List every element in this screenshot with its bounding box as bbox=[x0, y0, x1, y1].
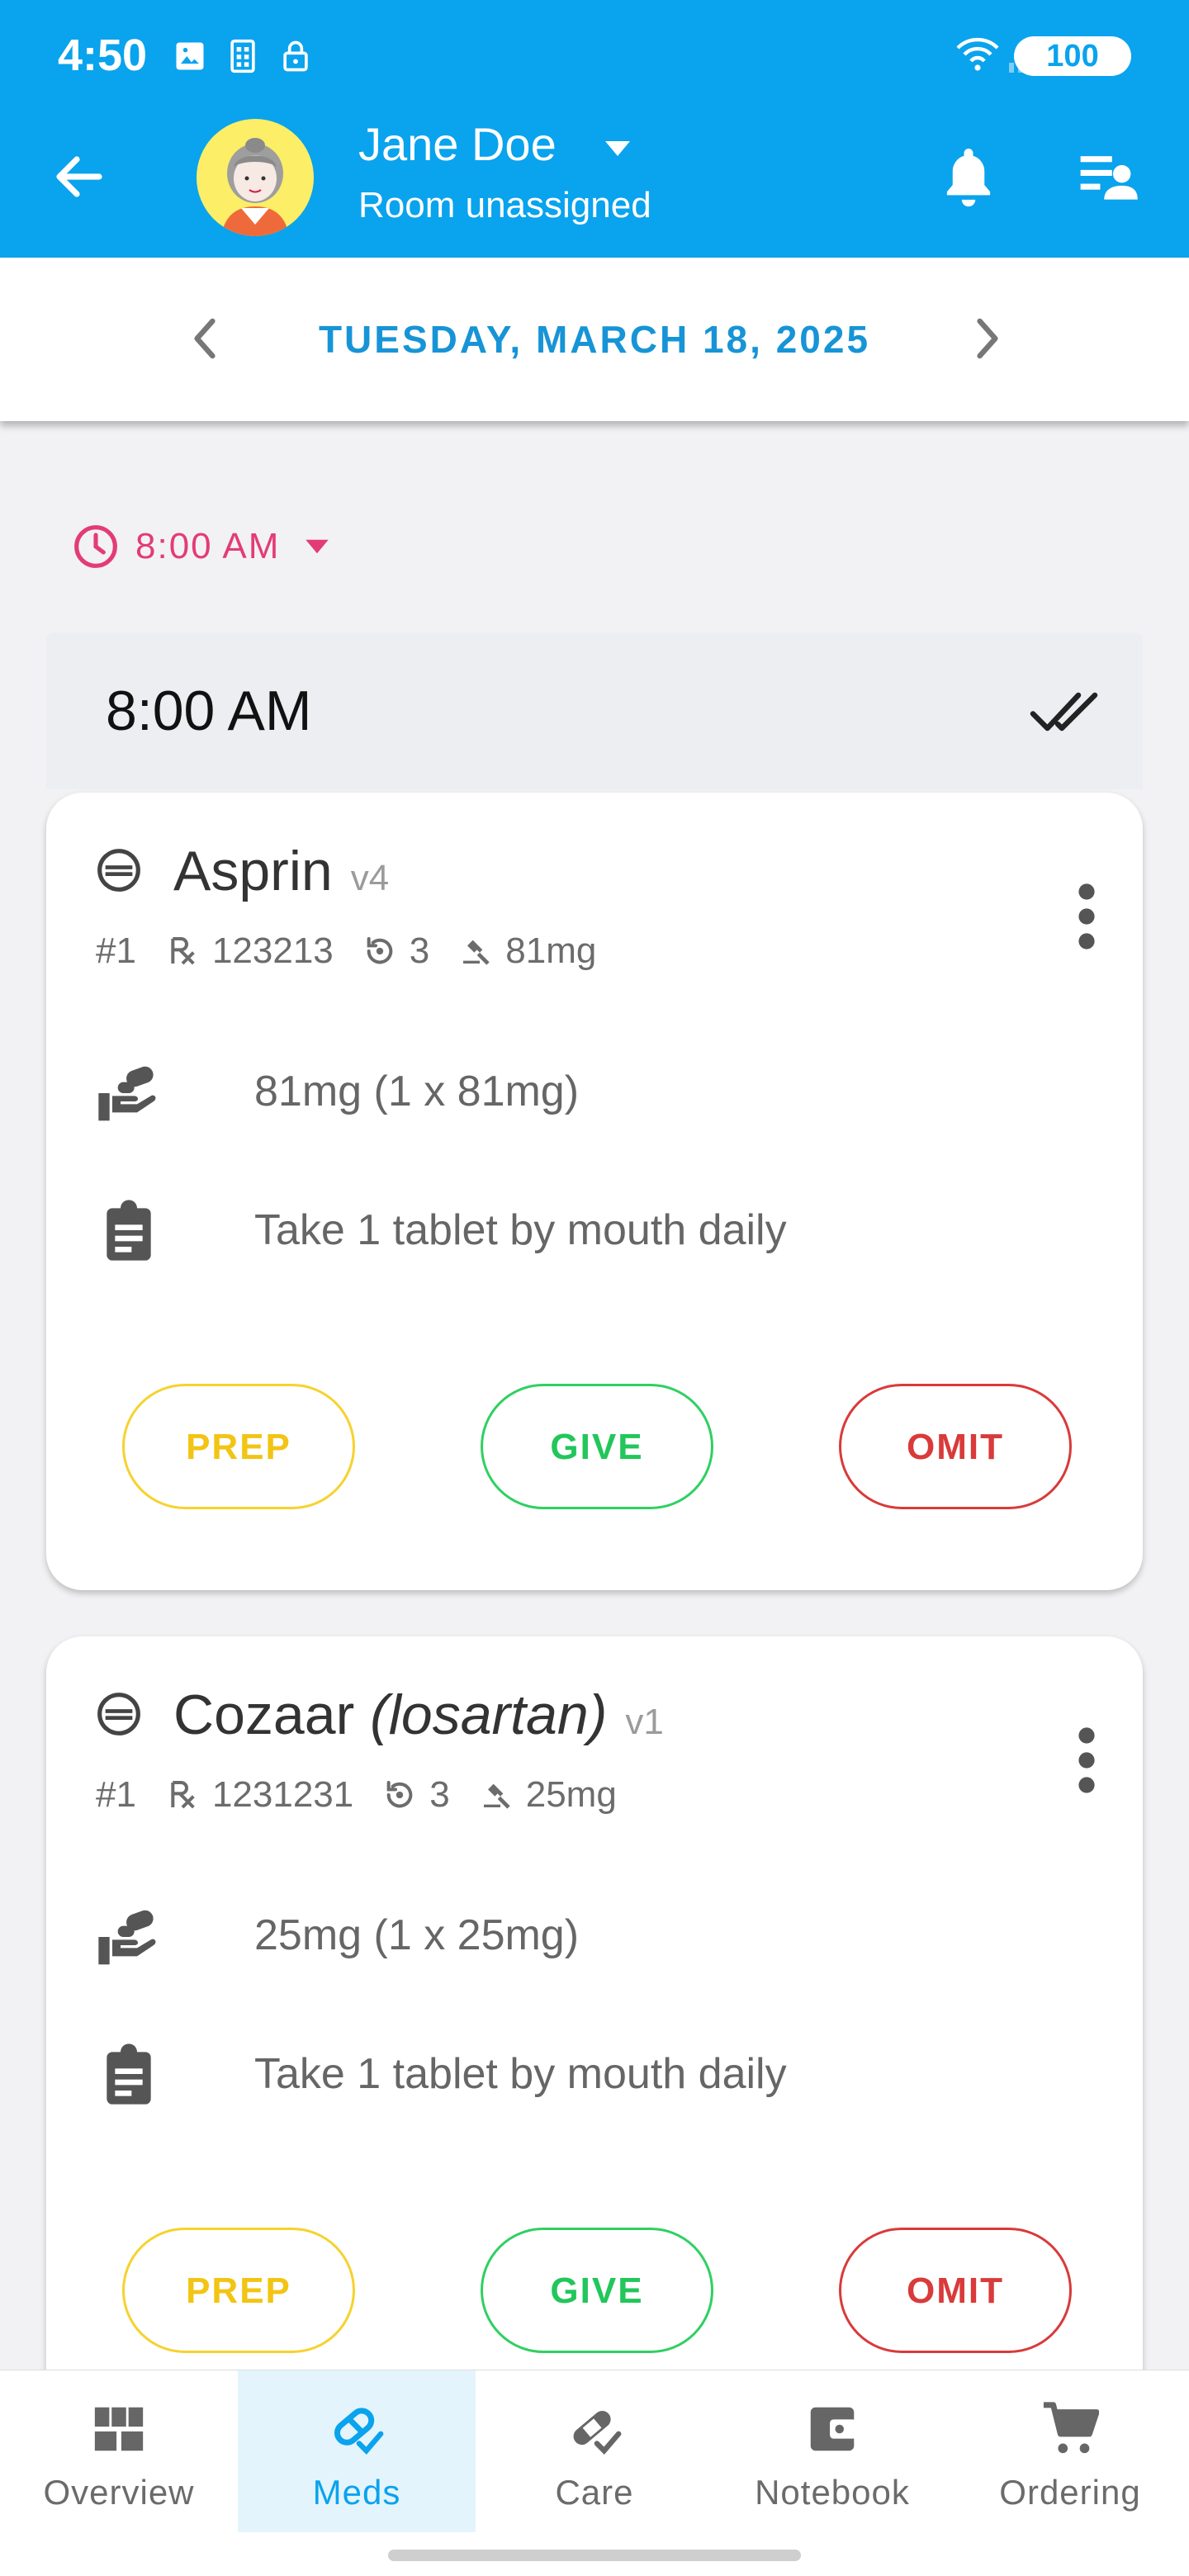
med-card[interactable]: Asprin v4 #1 123213 3 81mg 81mg (1 x 81mg… bbox=[46, 793, 1143, 1590]
rx-icon bbox=[171, 1781, 195, 1809]
wifi-icon bbox=[956, 37, 999, 71]
nav-notebook[interactable]: Notebook bbox=[713, 2370, 951, 2532]
patient-name[interactable]: Jane Doe bbox=[358, 117, 557, 171]
hand-pill-icon bbox=[98, 1910, 156, 1965]
med-strength: 25mg bbox=[525, 1774, 617, 1815]
time-filter-label: 8:00 AM bbox=[135, 526, 281, 566]
dashboard-icon bbox=[94, 2407, 144, 2451]
med-dose: 25mg (1 x 25mg) bbox=[254, 1911, 580, 1959]
nav-label: Ordering bbox=[999, 2473, 1141, 2512]
gavel-icon bbox=[463, 940, 490, 965]
pill-icon bbox=[97, 1693, 140, 1735]
battery-indicator: 100 bbox=[1014, 36, 1131, 76]
more-vert-icon[interactable] bbox=[1077, 882, 1097, 951]
hand-pill-icon bbox=[98, 1066, 156, 1121]
refill-icon bbox=[386, 1781, 413, 1808]
med-name: Cozaar bbox=[173, 1683, 355, 1746]
wallet-icon bbox=[810, 2407, 857, 2451]
med-name-line: Asprin v4 bbox=[173, 839, 389, 903]
clock-icon bbox=[74, 525, 117, 568]
group-time: 8:00 AM bbox=[106, 680, 312, 742]
med-instructions: Take 1 tablet by mouth daily bbox=[254, 2050, 787, 2098]
bell-icon[interactable] bbox=[941, 144, 996, 208]
med-name-line: Cozaar (losartan) v1 bbox=[173, 1683, 664, 1747]
time-group-header: 8:00 AM bbox=[46, 632, 1143, 789]
sim-icon bbox=[230, 39, 255, 73]
med-dose: 81mg (1 x 81mg) bbox=[254, 1068, 580, 1115]
nav-care[interactable]: Care bbox=[476, 2370, 713, 2532]
nav-meds[interactable]: Meds bbox=[238, 2370, 476, 2532]
back-arrow-icon[interactable] bbox=[50, 147, 109, 206]
cart-icon bbox=[1043, 2402, 1099, 2454]
prep-button[interactable]: PREP bbox=[122, 1384, 355, 1509]
image-icon bbox=[176, 42, 204, 70]
pill-check-icon bbox=[334, 2408, 384, 2455]
more-vert-icon[interactable] bbox=[1077, 1726, 1097, 1795]
med-version: v1 bbox=[625, 1702, 664, 1742]
med-index: #1 bbox=[96, 1774, 136, 1815]
clipboard-icon bbox=[107, 2043, 151, 2105]
med-strength: 81mg bbox=[505, 930, 597, 971]
patient-avatar[interactable] bbox=[197, 119, 314, 236]
med-rx-number: 123213 bbox=[211, 930, 334, 971]
dropdown-caret-icon[interactable] bbox=[603, 139, 632, 159]
omit-button[interactable]: OMIT bbox=[839, 1384, 1072, 1509]
gesture-bar bbox=[388, 2550, 801, 2561]
med-version: v4 bbox=[350, 858, 390, 898]
nav-label: Overview bbox=[43, 2473, 195, 2512]
gavel-icon bbox=[483, 1783, 510, 1809]
give-button[interactable]: GIVE bbox=[481, 1384, 713, 1509]
med-rx-number: 1231231 bbox=[211, 1774, 354, 1815]
nav-ordering[interactable]: Ordering bbox=[951, 2370, 1189, 2532]
med-refills: 3 bbox=[429, 1774, 450, 1815]
med-meta: #1 1231231 3 25mg bbox=[96, 1770, 617, 1820]
prep-button[interactable]: PREP bbox=[122, 2228, 355, 2353]
give-button[interactable]: GIVE bbox=[481, 2228, 713, 2353]
double-check-icon[interactable] bbox=[1029, 687, 1103, 736]
grandma-avatar-icon bbox=[221, 138, 289, 236]
nav-label: Notebook bbox=[755, 2473, 910, 2512]
date-navigator: TUESDAY, MARCH 18, 2025 bbox=[0, 258, 1189, 421]
med-refills: 3 bbox=[409, 930, 430, 971]
bottom-navigation: Overview Meds Care Notebook Ordering bbox=[0, 2370, 1189, 2576]
nav-overview[interactable]: Overview bbox=[0, 2370, 238, 2532]
dropdown-caret-icon bbox=[306, 539, 329, 554]
rx-icon bbox=[171, 937, 195, 965]
status-time: 4:50 bbox=[58, 31, 148, 80]
clipboard-icon bbox=[107, 1200, 151, 1261]
nav-label: Meds bbox=[312, 2473, 401, 2512]
med-card[interactable]: Cozaar (losartan) v1 #1 1231231 3 25mg 25… bbox=[46, 1636, 1143, 2434]
nav-label: Care bbox=[555, 2473, 634, 2512]
med-generic-name: (losartan) bbox=[370, 1683, 608, 1746]
omit-button[interactable]: OMIT bbox=[839, 2228, 1072, 2353]
med-index: #1 bbox=[96, 930, 136, 971]
med-name: Asprin bbox=[173, 840, 333, 902]
refill-icon bbox=[367, 937, 393, 964]
patient-room: Room unassigned bbox=[358, 185, 651, 225]
bandage-check-icon bbox=[573, 2411, 622, 2455]
chevron-right-icon[interactable] bbox=[969, 315, 1006, 362]
patient-list-icon[interactable] bbox=[1078, 150, 1138, 201]
current-date[interactable]: TUESDAY, MARCH 18, 2025 bbox=[0, 317, 1189, 362]
time-filter-dropdown[interactable]: 8:00 AM bbox=[73, 520, 331, 573]
med-instructions: Take 1 tablet by mouth daily bbox=[254, 1206, 787, 1254]
pill-icon bbox=[97, 849, 140, 892]
med-meta: #1 123213 3 81mg bbox=[96, 926, 596, 976]
lock-icon bbox=[283, 40, 308, 72]
app-bar: 4:50 100 Jane Doe Room unassigned bbox=[0, 0, 1189, 258]
status-bar: 4:50 100 bbox=[0, 0, 1189, 116]
